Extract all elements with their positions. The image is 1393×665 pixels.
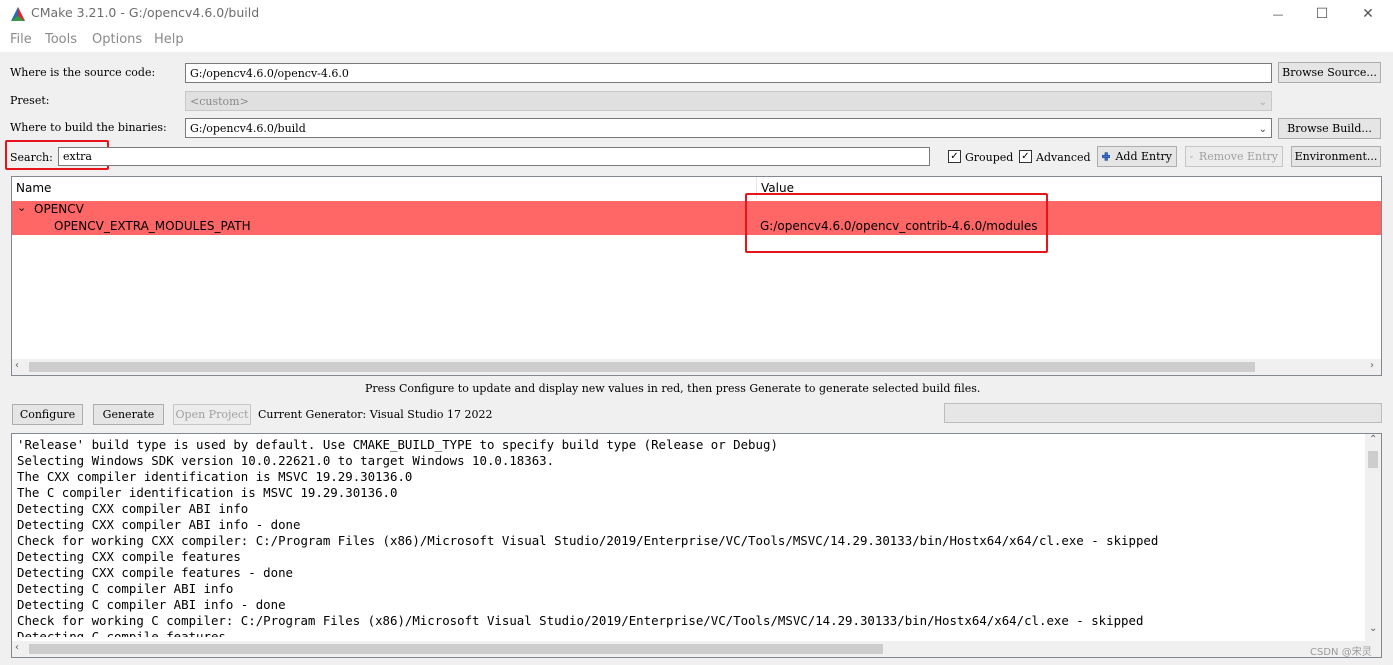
source-label: Where is the source code: xyxy=(10,66,156,79)
preset-select: <custom> ⌄ xyxy=(185,91,1272,111)
log-line: Detecting CXX compiler ABI info xyxy=(17,501,249,516)
group-name: OPENCV xyxy=(34,202,84,216)
log-line: 'Release' build type is used by default.… xyxy=(17,437,778,452)
scroll-left-icon[interactable]: ‹ xyxy=(15,360,19,371)
build-label: Where to build the binaries: xyxy=(10,121,167,134)
remove-entry-label: Remove Entry xyxy=(1198,150,1278,163)
current-generator-text: Current Generator: Visual Studio 17 2022 xyxy=(258,408,493,421)
advanced-checkbox[interactable]: ✓ xyxy=(1019,150,1032,163)
log-line: Detecting C compile features xyxy=(17,629,226,637)
source-path-input[interactable]: G:/opencv4.6.0/opencv-4.6.0 xyxy=(185,63,1272,83)
browse-build-button[interactable]: Browse Build... xyxy=(1278,118,1381,139)
minimize-icon: — xyxy=(1272,7,1284,21)
add-entry-button[interactable]: Add Entry xyxy=(1097,146,1177,167)
output-log[interactable]: 'Release' build type is used by default.… xyxy=(11,433,1382,658)
log-line: Detecting CXX compile features xyxy=(17,549,241,564)
log-line: Check for working C compiler: C:/Program… xyxy=(17,613,1144,628)
build-path-value: G:/opencv4.6.0/build xyxy=(190,122,306,135)
progress-bar xyxy=(944,403,1382,423)
maximize-button[interactable]: ☐ xyxy=(1299,0,1345,28)
watermark: CSDN @宋灵 xyxy=(1310,647,1372,658)
scrollbar-thumb[interactable] xyxy=(29,362,1255,372)
scroll-left-icon[interactable]: ‹ xyxy=(15,642,19,653)
menu-options[interactable]: Options xyxy=(92,32,142,47)
window-title: CMake 3.21.0 - G:/opencv4.6.0/build xyxy=(31,5,260,20)
close-button[interactable]: ✕ xyxy=(1345,0,1391,28)
remove-entry-button[interactable]: Remove Entry xyxy=(1185,146,1283,167)
tree-horizontal-scrollbar[interactable]: ‹ › xyxy=(12,359,1381,375)
tree-entry-row[interactable]: OPENCV_EXTRA_MODULES_PATH G:/opencv4.6.0… xyxy=(12,218,1381,235)
log-line: Detecting C compiler ABI info - done xyxy=(17,597,286,612)
hint-text: Press Configure to update and display ne… xyxy=(365,382,981,395)
annotation-highlight-box xyxy=(745,193,1048,253)
environment-button[interactable]: Environment... xyxy=(1291,146,1381,167)
log-line: The C compiler identification is MSVC 19… xyxy=(17,485,398,500)
advanced-label: Advanced xyxy=(1036,151,1091,164)
cache-entries-tree[interactable]: Name Value ⌄ OPENCV OPENCV_EXTRA_MODULES… xyxy=(11,176,1382,376)
tree-header xyxy=(12,177,1381,199)
log-vertical-scrollbar[interactable]: ⌃ ⌄ xyxy=(1365,434,1381,641)
entry-name: OPENCV_EXTRA_MODULES_PATH xyxy=(54,219,251,233)
open-project-button[interactable]: Open Project xyxy=(173,404,251,425)
scroll-down-icon[interactable]: ⌄ xyxy=(1369,623,1377,634)
build-path-combobox[interactable]: G:/opencv4.6.0/build ⌄ xyxy=(185,118,1272,138)
menu-tools[interactable]: Tools xyxy=(45,32,77,47)
preset-label: Preset: xyxy=(10,94,50,107)
scrollbar-thumb[interactable] xyxy=(29,644,883,654)
log-line: Selecting Windows SDK version 10.0.22621… xyxy=(17,453,555,468)
scroll-right-icon[interactable]: › xyxy=(1370,360,1374,371)
search-label: Search: xyxy=(10,151,53,164)
column-header-name[interactable]: Name xyxy=(16,181,51,195)
log-line: Detecting C compiler ABI info xyxy=(17,581,234,596)
browse-source-button[interactable]: Browse Source... xyxy=(1278,62,1381,83)
tree-group-row[interactable]: ⌄ OPENCV xyxy=(12,201,1381,218)
chevron-down-icon[interactable]: ⌄ xyxy=(17,201,26,214)
remove-icon xyxy=(1190,155,1193,158)
chevron-down-icon[interactable]: ⌄ xyxy=(1259,122,1267,137)
configure-button[interactable]: Configure xyxy=(12,404,83,425)
generate-button[interactable]: Generate xyxy=(93,404,164,425)
plus-icon xyxy=(1102,152,1111,161)
menu-help[interactable]: Help xyxy=(154,32,184,47)
close-icon: ✕ xyxy=(1362,6,1374,22)
log-horizontal-scrollbar[interactable]: ‹ xyxy=(12,641,1381,657)
menu-bar xyxy=(0,28,1393,52)
search-input[interactable]: extra xyxy=(58,147,930,166)
scroll-up-icon[interactable]: ⌃ xyxy=(1369,434,1377,445)
log-line: The CXX compiler identification is MSVC … xyxy=(17,469,413,484)
minimize-button[interactable]: — xyxy=(1255,0,1301,28)
maximize-icon: ☐ xyxy=(1315,6,1329,22)
cmake-logo-icon xyxy=(11,7,25,21)
check-icon: ✓ xyxy=(1021,150,1030,162)
menu-file[interactable]: File xyxy=(10,32,32,47)
chevron-down-icon: ⌄ xyxy=(1258,97,1267,108)
scrollbar-thumb[interactable] xyxy=(1368,451,1378,468)
check-icon: ✓ xyxy=(950,150,959,162)
grouped-checkbox[interactable]: ✓ xyxy=(948,150,961,163)
log-line: Check for working CXX compiler: C:/Progr… xyxy=(17,533,1159,548)
add-entry-label: Add Entry xyxy=(1115,150,1172,163)
preset-value: <custom> xyxy=(190,95,249,108)
grouped-label: Grouped xyxy=(965,151,1014,164)
log-line: Detecting CXX compile features - done xyxy=(17,565,294,580)
log-line: Detecting CXX compiler ABI info - done xyxy=(17,517,301,532)
